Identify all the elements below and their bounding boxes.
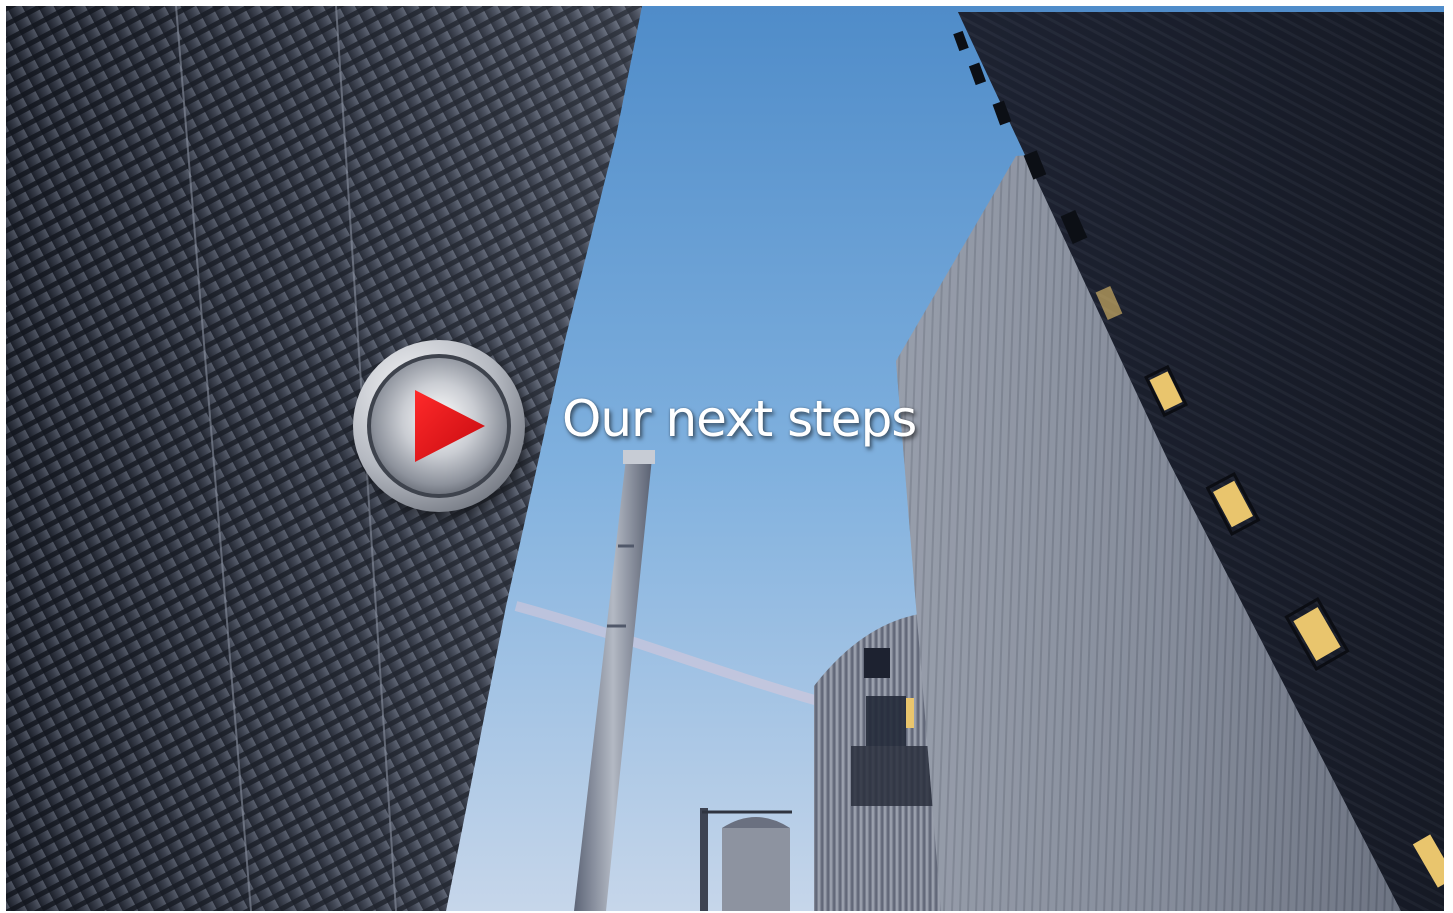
- play-button[interactable]: [351, 338, 527, 514]
- play-icon: [353, 340, 525, 512]
- slide-title: Our next steps: [562, 390, 917, 448]
- slide-frame: Our next steps: [6, 6, 1444, 911]
- background-photo: [6, 6, 1444, 911]
